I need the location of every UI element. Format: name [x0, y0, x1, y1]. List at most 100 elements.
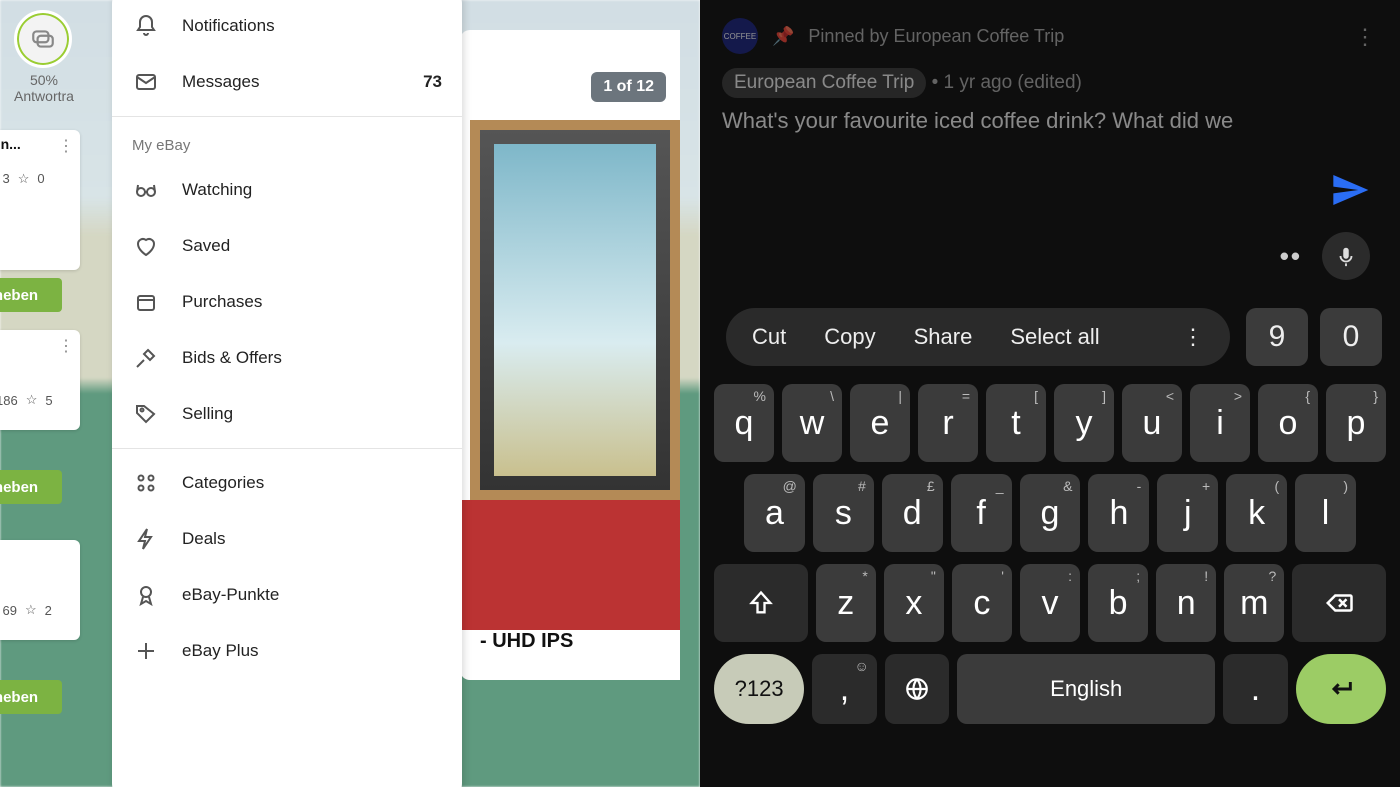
select-all-action[interactable]: Select all — [1010, 324, 1099, 350]
nav-label: Deals — [182, 529, 442, 549]
key-w[interactable]: \w — [782, 384, 842, 462]
image-counter: 1 of 12 — [591, 72, 666, 102]
nav-label: Categories — [182, 473, 442, 493]
nav-item-ebay-points[interactable]: eBay-Punkte — [112, 567, 462, 623]
nav-item-watching[interactable]: Watching — [112, 162, 462, 218]
more-actions-icon[interactable]: ⋮ — [1182, 324, 1204, 350]
key-m[interactable]: ?m — [1224, 564, 1284, 642]
language-key[interactable] — [885, 654, 949, 724]
promote-button[interactable]: heben — [0, 470, 62, 504]
key-9[interactable]: 9 — [1246, 308, 1308, 366]
key-p[interactable]: }p — [1326, 384, 1386, 462]
listing-card[interactable]: 👁69 ☆2 — [0, 540, 80, 640]
divider — [112, 448, 462, 449]
keyboard-row-bottom: ?123 ☺ , English . — [714, 654, 1386, 724]
backspace-key[interactable] — [1292, 564, 1386, 642]
nav-label: Selling — [182, 404, 442, 424]
onscreen-keyboard: %q\w|e=r[t]y<u>i{o}p @a#s£d_f&g-h+j(k)l … — [714, 384, 1386, 777]
key-c[interactable]: 'c — [952, 564, 1012, 642]
key-r[interactable]: =r — [918, 384, 978, 462]
cut-action[interactable]: Cut — [752, 324, 786, 350]
suggestion-dots-icon: •• — [1280, 241, 1302, 272]
key-a[interactable]: @a — [744, 474, 805, 552]
product-title: - UHD IPS — [480, 630, 680, 653]
num-key-hints: 9 0 — [1246, 308, 1382, 366]
nav-item-notifications[interactable]: Notifications — [112, 0, 462, 54]
promote-button[interactable]: heben — [0, 278, 62, 312]
nav-label: Bids & Offers — [182, 348, 442, 368]
key-d[interactable]: £d — [882, 474, 943, 552]
key-q[interactable]: %q — [714, 384, 774, 462]
key-o[interactable]: {o — [1258, 384, 1318, 462]
copy-action[interactable]: Copy — [824, 324, 875, 350]
right-app-comment-keyboard: COFFEE 📌 Pinned by European Coffee Trip … — [700, 0, 1400, 787]
key-j[interactable]: +j — [1157, 474, 1218, 552]
envelope-icon — [132, 70, 160, 94]
comment-menu-icon[interactable]: ⋮ — [1354, 24, 1376, 50]
author-avatar[interactable]: COFFEE — [722, 18, 758, 54]
timestamp: • 1 yr ago (edited) — [932, 72, 1082, 93]
comma-key[interactable]: ☺ , — [812, 654, 876, 724]
key-l[interactable]: )l — [1295, 474, 1356, 552]
listing-cards-column: 50% Antwortra ⋮ PS n... 👁3 ☆0 heben ⋮ ▶1… — [0, 0, 90, 787]
key-e[interactable]: |e — [850, 384, 910, 462]
messages-count: 73 — [423, 72, 442, 92]
share-action[interactable]: Share — [914, 324, 973, 350]
symbols-key[interactable]: ?123 — [714, 654, 804, 724]
pinned-row: COFFEE 📌 Pinned by European Coffee Trip — [722, 18, 1382, 54]
nav-item-bids-offers[interactable]: Bids & Offers — [112, 330, 462, 386]
card-menu-icon[interactable]: ⋮ — [58, 136, 74, 156]
key-n[interactable]: !n — [1156, 564, 1216, 642]
promote-button[interactable]: heben — [0, 680, 62, 714]
key-v[interactable]: :v — [1020, 564, 1080, 642]
nav-item-ebay-plus[interactable]: eBay Plus — [112, 623, 462, 679]
key-x[interactable]: "x — [884, 564, 944, 642]
key-t[interactable]: [t — [986, 384, 1046, 462]
nav-item-messages[interactable]: Messages 73 — [112, 54, 462, 110]
key-y[interactable]: ]y — [1054, 384, 1114, 462]
pinned-by-text: Pinned by European Coffee Trip — [808, 26, 1064, 47]
glasses-icon — [132, 178, 160, 202]
nav-label: eBay-Punkte — [182, 585, 442, 605]
key-k[interactable]: (k — [1226, 474, 1287, 552]
space-key[interactable]: English — [957, 654, 1215, 724]
left-app-ebay: 50% Antwortra ⋮ PS n... 👁3 ☆0 heben ⋮ ▶1… — [0, 0, 700, 787]
period-key[interactable]: . — [1223, 654, 1287, 724]
key-u[interactable]: <u — [1122, 384, 1182, 462]
text-selection-toolbar: Cut Copy Share Select all ⋮ — [726, 308, 1230, 366]
divider — [112, 116, 462, 117]
product-image[interactable] — [470, 120, 680, 500]
key-b[interactable]: ;b — [1088, 564, 1148, 642]
author-chip[interactable]: European Coffee Trip — [722, 68, 926, 98]
profile-avatar-badge[interactable] — [14, 10, 72, 68]
mic-button[interactable] — [1322, 232, 1370, 280]
emoji-sup: ☺ — [854, 658, 868, 674]
listing-card[interactable]: ⋮ ▶186 ☆5 — [0, 330, 80, 430]
key-s[interactable]: #s — [813, 474, 874, 552]
key-i[interactable]: >i — [1190, 384, 1250, 462]
card-stats: 👁69 ☆2 — [0, 602, 76, 618]
key-h[interactable]: -h — [1088, 474, 1149, 552]
key-g[interactable]: &g — [1020, 474, 1081, 552]
shift-key[interactable] — [714, 564, 808, 642]
award-icon — [132, 583, 160, 607]
pin-icon: 📌 — [772, 26, 794, 47]
nav-label: Saved — [182, 236, 442, 256]
key-z[interactable]: *z — [816, 564, 876, 642]
nav-item-purchases[interactable]: Purchases — [112, 274, 462, 330]
nav-label: Purchases — [182, 292, 442, 312]
nav-item-deals[interactable]: Deals — [112, 511, 462, 567]
enter-key[interactable] — [1296, 654, 1386, 724]
bell-icon — [132, 14, 160, 38]
card-menu-icon[interactable]: ⋮ — [58, 336, 74, 356]
nav-item-categories[interactable]: Categories — [112, 455, 462, 511]
nav-item-selling[interactable]: Selling — [112, 386, 462, 442]
key-0[interactable]: 0 — [1320, 308, 1382, 366]
comment-body[interactable]: What's your favourite iced coffee drink?… — [722, 108, 1382, 134]
keyboard-row-2: @a#s£d_f&g-h+j(k)l — [714, 474, 1386, 552]
nav-item-saved[interactable]: Saved — [112, 218, 462, 274]
key-f[interactable]: _f — [951, 474, 1012, 552]
send-button[interactable] — [1330, 170, 1370, 215]
plus-icon — [132, 639, 160, 663]
listing-card[interactable]: ⋮ PS n... 👁3 ☆0 — [0, 130, 80, 270]
